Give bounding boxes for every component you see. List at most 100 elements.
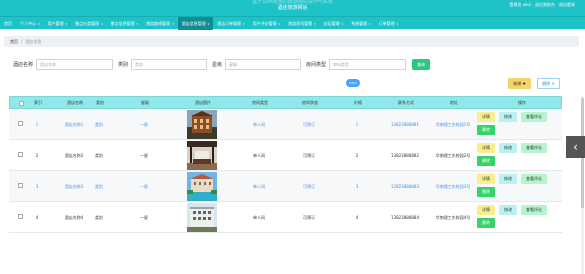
hotel-table: 索引 酒店名称 类别 星级 酒店图片 房间类型 房间状态 价格 联系方式 地址 …	[9, 96, 562, 233]
th-room-status: 房间状态	[302, 100, 318, 105]
top-header: 基于SSM框架的旅游网站设计与实现 酒店旅游网站 管理员 ukui 退出到前台 …	[0, 0, 585, 16]
view-comments-button[interactable]: 查看评论	[521, 205, 547, 215]
breadcrumb-current: 酒店信息	[25, 39, 42, 44]
batch-delete-button[interactable]: 删除 ✕	[537, 78, 560, 89]
nav-orders[interactable]: 订单管理 ▾	[375, 17, 403, 30]
view-comments-button[interactable]: 查看评论	[521, 143, 547, 153]
cell-name: 酒店名称1	[64, 122, 84, 127]
cell-star: 一星	[140, 153, 148, 158]
edit-button[interactable]: 修改	[499, 205, 517, 215]
cell-price: 3	[355, 184, 359, 189]
front-link[interactable]: 退出到前台	[535, 2, 555, 8]
nav-routes[interactable]: 旅游路线管理 ▾	[142, 17, 178, 30]
site-title-faded: 基于SSM框架的旅游网站设计与实现	[252, 0, 333, 5]
cell-address: 华南理工东校园2号	[435, 153, 471, 158]
chevron-down-icon: ▾	[65, 22, 68, 26]
cell-address: 华南理工东校园1号	[435, 122, 471, 127]
detail-button[interactable]: 详情	[477, 205, 495, 215]
row-actions: 详情 修改 查看评论 删除	[477, 143, 559, 169]
room-type-input[interactable]: 房间类型	[329, 59, 407, 70]
delete-button[interactable]: 删除	[477, 125, 495, 135]
chevron-down-icon: ▾	[101, 22, 103, 26]
row-checkbox[interactable]	[18, 152, 23, 157]
edit-button[interactable]: 修改	[499, 143, 517, 153]
table-header: 索引 酒店名称 类别 星级 酒店图片 房间类型 房间状态 价格 联系方式 地址 …	[9, 96, 562, 109]
cell-price: 2	[355, 153, 359, 158]
cell-star: 一星	[140, 122, 148, 127]
th-phone: 联系方式	[398, 100, 414, 105]
nav-forum[interactable]: 论坛管理 ▾	[320, 17, 348, 30]
nav-hotel-orders[interactable]: 酒店订单管理 ▾	[213, 17, 249, 30]
row-checkbox[interactable]	[18, 121, 23, 126]
view-comments-button[interactable]: 查看评论	[521, 112, 547, 122]
view-comments-button[interactable]: 查看评论	[521, 174, 547, 184]
cell-index: 2	[35, 153, 39, 158]
nav-comments[interactable]: 用户评论管理 ▾	[249, 17, 285, 30]
cell-name: 酒店名称4	[64, 215, 84, 220]
chevron-left-icon[interactable]: ‹	[566, 136, 585, 158]
room-type-label: 房间类型	[306, 62, 327, 68]
user-label: 管理员 ukui	[509, 2, 531, 7]
main-nav: 首页 个人中心 ▾ 用户管理 ▾ 景点分类管理 ▾ 景点信息管理 ▾ 旅游路线管理 ▾ 酒…	[0, 16, 585, 30]
th-name: 酒店名称	[67, 100, 83, 105]
add-button[interactable]: 新增 ✚	[508, 78, 531, 89]
nav-news[interactable]: 旅游资讯管理 ▾	[284, 17, 320, 30]
cell-phone: 13823888881	[391, 122, 419, 127]
user-area: 管理员 ukui 退出到前台 退出登录	[509, 2, 575, 8]
nav-home[interactable]: 首页	[0, 17, 16, 30]
cell-phone: 13823888883	[391, 184, 419, 189]
th-star: 星级	[141, 100, 149, 105]
th-room-type: 房间类型	[252, 100, 268, 105]
filter-bar: 酒店名称 酒店名称 类别 类别 星级 星级 房间类型 房间类型 查询	[13, 59, 431, 70]
delete-button[interactable]: 删除	[477, 156, 495, 166]
delete-button[interactable]: 删除	[477, 218, 495, 228]
delete-button[interactable]: 删除	[477, 187, 495, 197]
detail-button[interactable]: 详情	[477, 143, 495, 153]
detail-button[interactable]: 详情	[477, 174, 495, 184]
nav-hotel-info[interactable]: 酒店信息管理 ▾	[177, 17, 214, 30]
detail-button[interactable]: 详情	[477, 112, 495, 122]
breadcrumb-home[interactable]: 首页	[10, 39, 18, 44]
cell-price: 1	[355, 122, 359, 127]
logout-link[interactable]: 退出登录	[559, 2, 575, 8]
cell-address: 华南理工东校园3号	[435, 184, 471, 189]
cell-room-type: 单人间	[253, 215, 265, 220]
cell-room-status: 可预订	[303, 184, 315, 189]
zoom-badge: 100%	[346, 79, 360, 87]
select-all-checkbox[interactable]	[19, 101, 24, 106]
breadcrumb-sep: /	[21, 39, 23, 44]
nav-scenic-category[interactable]: 景点分类管理 ▾	[71, 17, 107, 30]
nav-users[interactable]: 用户管理 ▾	[44, 17, 72, 30]
edit-button[interactable]: 修改	[499, 174, 517, 184]
hotel-name-input[interactable]: 酒店名称	[36, 59, 114, 70]
edit-button[interactable]: 修改	[499, 112, 517, 122]
cell-star: 一星	[140, 184, 148, 189]
chevron-down-icon: ▾	[278, 22, 281, 26]
row-actions: 详情 修改 查看评论 删除	[477, 205, 559, 231]
cell-room-type: 单人间	[253, 122, 265, 127]
breadcrumb: 首页 / 酒店信息	[4, 36, 579, 47]
hotel-image	[187, 141, 217, 170]
nav-system[interactable]: 系统管理 ▾	[347, 17, 375, 30]
table-row: 3 酒店名称3 类别 一星 单人间 可预订 3 13823888883 华南理工…	[9, 171, 562, 202]
table-row: 1 酒店名称1 类别 一星 单人间 可预订 1 13823888881 华南理工…	[9, 109, 562, 140]
star-input[interactable]: 星级	[225, 59, 302, 70]
cell-address: 华南理工东校园4号	[435, 215, 471, 220]
chevron-down-icon: ▾	[396, 22, 399, 26]
hotel-image	[187, 172, 217, 201]
th-price: 价格	[354, 100, 362, 105]
type-input[interactable]: 类别	[131, 59, 208, 70]
chevron-down-icon: ▾	[341, 22, 344, 26]
search-button[interactable]: 查询	[412, 59, 431, 70]
chevron-down-icon: ▾	[369, 22, 371, 26]
chevron-down-icon: ▾	[38, 22, 40, 26]
cell-room-status: 可预订	[303, 122, 315, 127]
row-checkbox[interactable]	[18, 183, 23, 188]
th-type: 类别	[96, 100, 104, 105]
th-address: 地址	[450, 100, 458, 105]
nav-scenic-info[interactable]: 景点信息管理 ▾	[107, 17, 143, 30]
row-checkbox[interactable]	[18, 214, 23, 219]
cell-index: 3	[35, 184, 39, 189]
hotel-image	[187, 203, 217, 232]
nav-personal[interactable]: 个人中心 ▾	[16, 17, 44, 30]
